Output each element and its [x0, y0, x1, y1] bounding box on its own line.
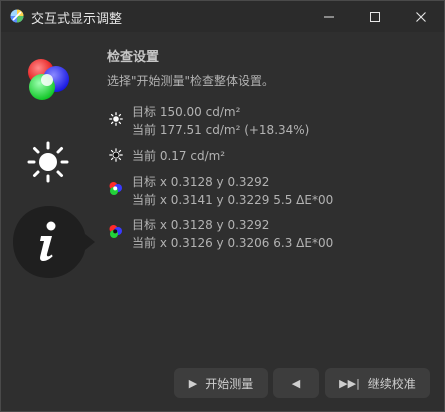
app-logo-icon — [10, 9, 24, 23]
blackpoint-current-text: 当前 x 0.3126 y 0.3206 6.3 ΔE*00 — [132, 236, 334, 250]
close-button[interactable] — [398, 1, 444, 32]
window-title: 交互式显示调整 — [31, 12, 123, 27]
app-window: 交互式显示调整 检查设置 选择"开始测量"检查整体设置。 目标 150.00 c… — [0, 0, 445, 412]
white-current-text: 当前 177.51 cd/m² (+18.34%) — [132, 123, 310, 137]
rgb-circles-icon — [28, 59, 69, 100]
continue-calibration-button[interactable]: ▶▶| 继续校准 — [325, 368, 430, 398]
minimize-button[interactable] — [306, 1, 352, 32]
sun-small-icon — [109, 112, 123, 126]
whitepoint-target-text: 目标 x 0.3128 y 0.3292 — [132, 175, 270, 189]
start-measurement-button[interactable]: ▶ 开始测量 — [174, 368, 268, 398]
play-icon: ▶ — [188, 376, 198, 390]
sidebar — [1, 33, 97, 411]
sun-icon — [27, 141, 69, 183]
info-icon — [40, 221, 56, 261]
skip-forward-icon: ▶▶| — [339, 376, 360, 390]
close-icon — [416, 11, 426, 22]
sidebar-item-info[interactable] — [11, 204, 95, 280]
back-arrow-icon: ◀ — [291, 376, 301, 390]
minimize-icon — [324, 16, 334, 17]
black-point-icon — [109, 148, 123, 162]
sidebar-item-brightness[interactable] — [27, 141, 69, 183]
sidebar-item-rgb[interactable] — [23, 55, 73, 105]
white-target-text: 目标 150.00 cd/m² — [132, 105, 241, 119]
continue-calibration-label: 继续校准 — [367, 376, 416, 391]
rgb-dark-small-icon — [109, 225, 122, 238]
blackpoint-target-text: 目标 x 0.3128 y 0.3292 — [132, 218, 270, 232]
whitepoint-current-text: 当前 x 0.3141 y 0.3229 5.5 ΔE*00 — [132, 193, 334, 207]
rgb-small-icon — [109, 182, 122, 195]
instruction-text: 选择"开始测量"检查整体设置。 — [107, 74, 275, 88]
section-heading: 检查设置 — [107, 50, 160, 65]
back-button[interactable]: ◀ — [273, 368, 319, 398]
start-measurement-label: 开始测量 — [205, 376, 254, 391]
title-bar[interactable]: 交互式显示调整 — [1, 1, 444, 32]
maximize-icon — [370, 11, 380, 22]
maximize-button[interactable] — [352, 1, 398, 32]
black-current-text: 当前 0.17 cd/m² — [132, 149, 226, 163]
